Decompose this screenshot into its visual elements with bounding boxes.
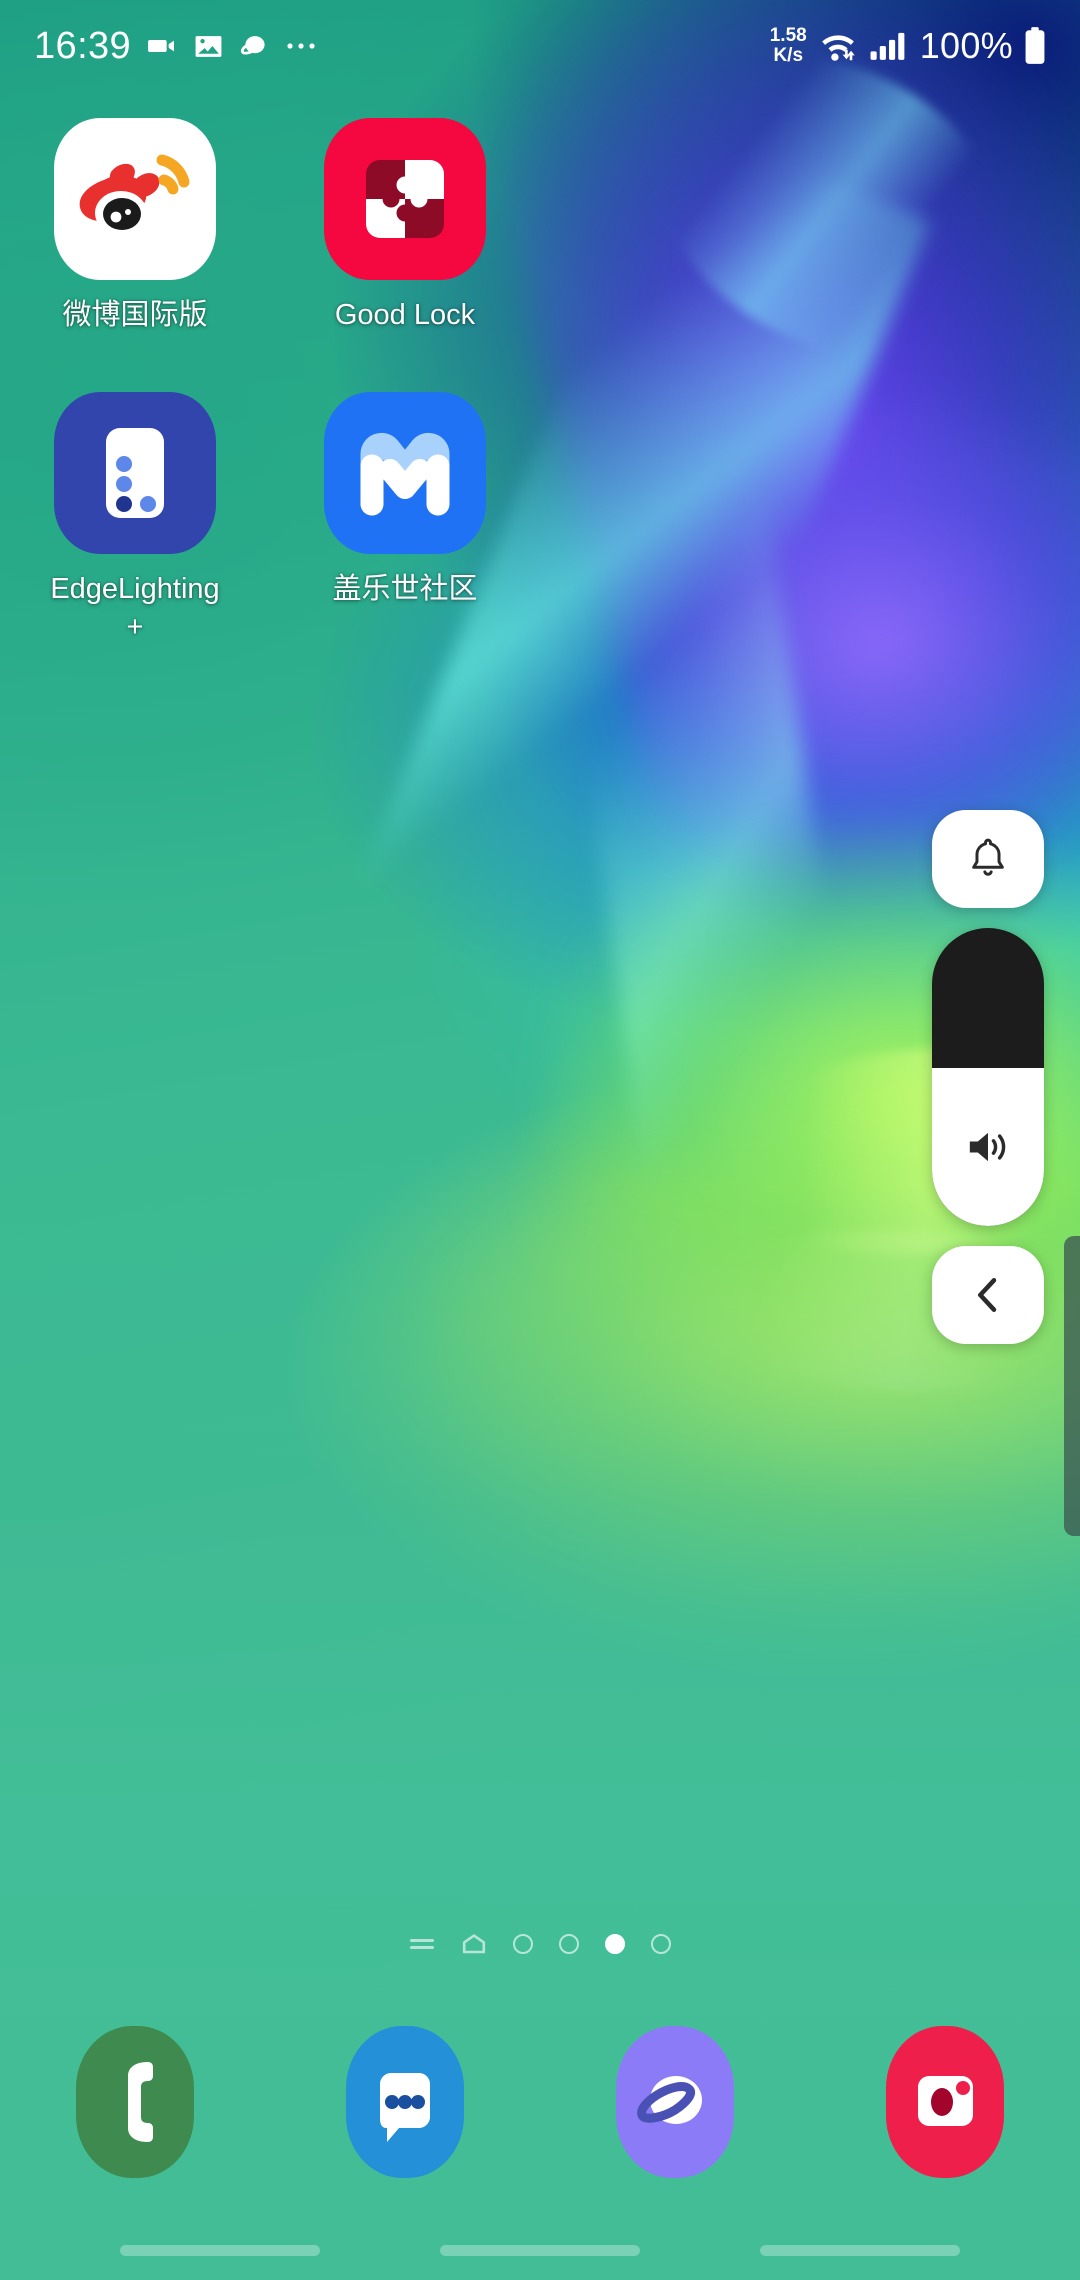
app-grid-empty-slot [540,118,810,334]
dock [0,2026,1080,2178]
weibo-icon[interactable] [54,118,216,280]
app-grid-empty-slot [810,118,1080,334]
status-bar[interactable]: 16:39 1.58 K/s 100% [0,0,1080,92]
app-grid: 微博国际版 Good Lock EdgeLighting + 盖乐世社区 [0,118,1080,646]
app-item-edge-lighting[interactable]: EdgeLighting + [0,392,270,646]
battery-percent: 100% [919,25,1013,66]
app-label-edge-lighting-line2: + [126,611,144,643]
app-item-good-lock[interactable]: Good Lock [270,118,540,334]
lines-icon[interactable] [409,1934,435,1954]
edge-lighting-icon[interactable] [54,392,216,554]
navigation-bar[interactable] [0,2220,1080,2280]
phone-icon[interactable] [76,2026,194,2178]
dock-item-internet[interactable] [540,2026,810,2178]
app-item-weibo[interactable]: 微博国际版 [0,118,270,334]
bell-icon [967,836,1009,882]
dock-item-camera[interactable] [810,2026,1080,2178]
page-dot-active[interactable] [605,1934,625,1954]
more-notifications-icon [286,40,322,52]
volume-speaker-icon [964,1127,1012,1167]
network-speed: 1.58 K/s [770,26,807,66]
app-item-galaxy-community[interactable]: 盖乐世社区 [270,392,540,646]
samsung-internet-icon [239,30,271,62]
cellular-signal-icon [869,30,909,62]
app-label-edge-lighting-line1: EdgeLighting [50,573,220,605]
page-dot[interactable] [513,1934,533,1954]
dock-item-messages[interactable] [270,2026,540,2178]
volume-slider[interactable] [932,928,1044,1226]
home-pill[interactable] [440,2244,640,2256]
page-dot[interactable] [651,1934,671,1954]
back-pill[interactable] [760,2244,960,2256]
chevron-left-icon [971,1274,1005,1316]
network-speed-value: 1.58 [769,25,807,46]
video-recorder-icon [146,30,178,62]
volume-slider-fill[interactable] [932,1068,1044,1226]
network-speed-unit: K/s [773,45,804,66]
app-label-galaxy-community: 盖乐世社区 [332,573,478,605]
wifi-icon [818,29,858,63]
app-label-weibo: 微博国际版 [62,299,208,331]
galaxy-community-icon[interactable] [324,392,486,554]
gallery-icon [193,31,224,62]
messages-icon[interactable] [346,2026,464,2178]
page-indicator [0,1933,1080,1955]
recents-pill[interactable] [120,2244,320,2256]
ringtone-mode-button[interactable] [932,810,1044,908]
home-icon[interactable] [461,1933,487,1955]
camera-icon[interactable] [886,2026,1004,2178]
dock-item-phone[interactable] [0,2026,270,2178]
volume-panel[interactable] [932,810,1044,1344]
edge-panel-handle[interactable] [1064,1236,1080,1536]
internet-icon[interactable] [616,2026,734,2178]
page-dot[interactable] [559,1934,579,1954]
app-label-good-lock: Good Lock [334,299,476,331]
app-label-edge-lighting: EdgeLighting + [50,570,219,646]
volume-expand-button[interactable] [932,1246,1044,1344]
battery-full-icon [1024,27,1046,65]
good-lock-icon[interactable] [324,118,486,280]
status-bar-clock: 16:39 [34,24,132,67]
